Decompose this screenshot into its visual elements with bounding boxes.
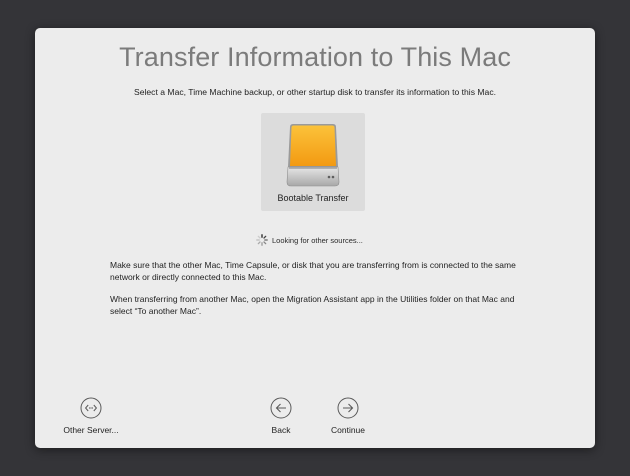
other-server-label: Other Server... bbox=[63, 425, 119, 435]
spinner-icon bbox=[256, 234, 268, 246]
instruction-paragraph-network: Make sure that the other Mac, Time Capsu… bbox=[110, 260, 516, 282]
other-server-button[interactable]: Other Server... bbox=[55, 397, 127, 435]
instruction-paragraph-migration: When transferring from another Mac, open… bbox=[110, 294, 515, 316]
continue-button[interactable]: Continue bbox=[320, 397, 376, 435]
code-brackets-icon bbox=[80, 397, 102, 419]
continue-label: Continue bbox=[330, 425, 366, 435]
page-subtitle: Select a Mac, Time Machine backup, or ot… bbox=[133, 87, 497, 97]
arrow-left-circle-icon bbox=[270, 397, 292, 419]
back-label: Back bbox=[271, 425, 291, 435]
external-drive-icon bbox=[286, 124, 340, 187]
back-button[interactable]: Back bbox=[261, 397, 301, 435]
source-item-bootable-transfer[interactable]: Bootable Transfer bbox=[261, 113, 365, 211]
source-item-label: Bootable Transfer bbox=[277, 193, 349, 203]
search-status: Looking for other sources... bbox=[256, 233, 363, 247]
arrow-right-circle-icon bbox=[337, 397, 359, 419]
page-title: Transfer Information to This Mac bbox=[119, 42, 511, 72]
migration-assistant-panel: Transfer Information to This Mac Select … bbox=[35, 28, 595, 448]
search-status-text: Looking for other sources... bbox=[272, 235, 363, 245]
